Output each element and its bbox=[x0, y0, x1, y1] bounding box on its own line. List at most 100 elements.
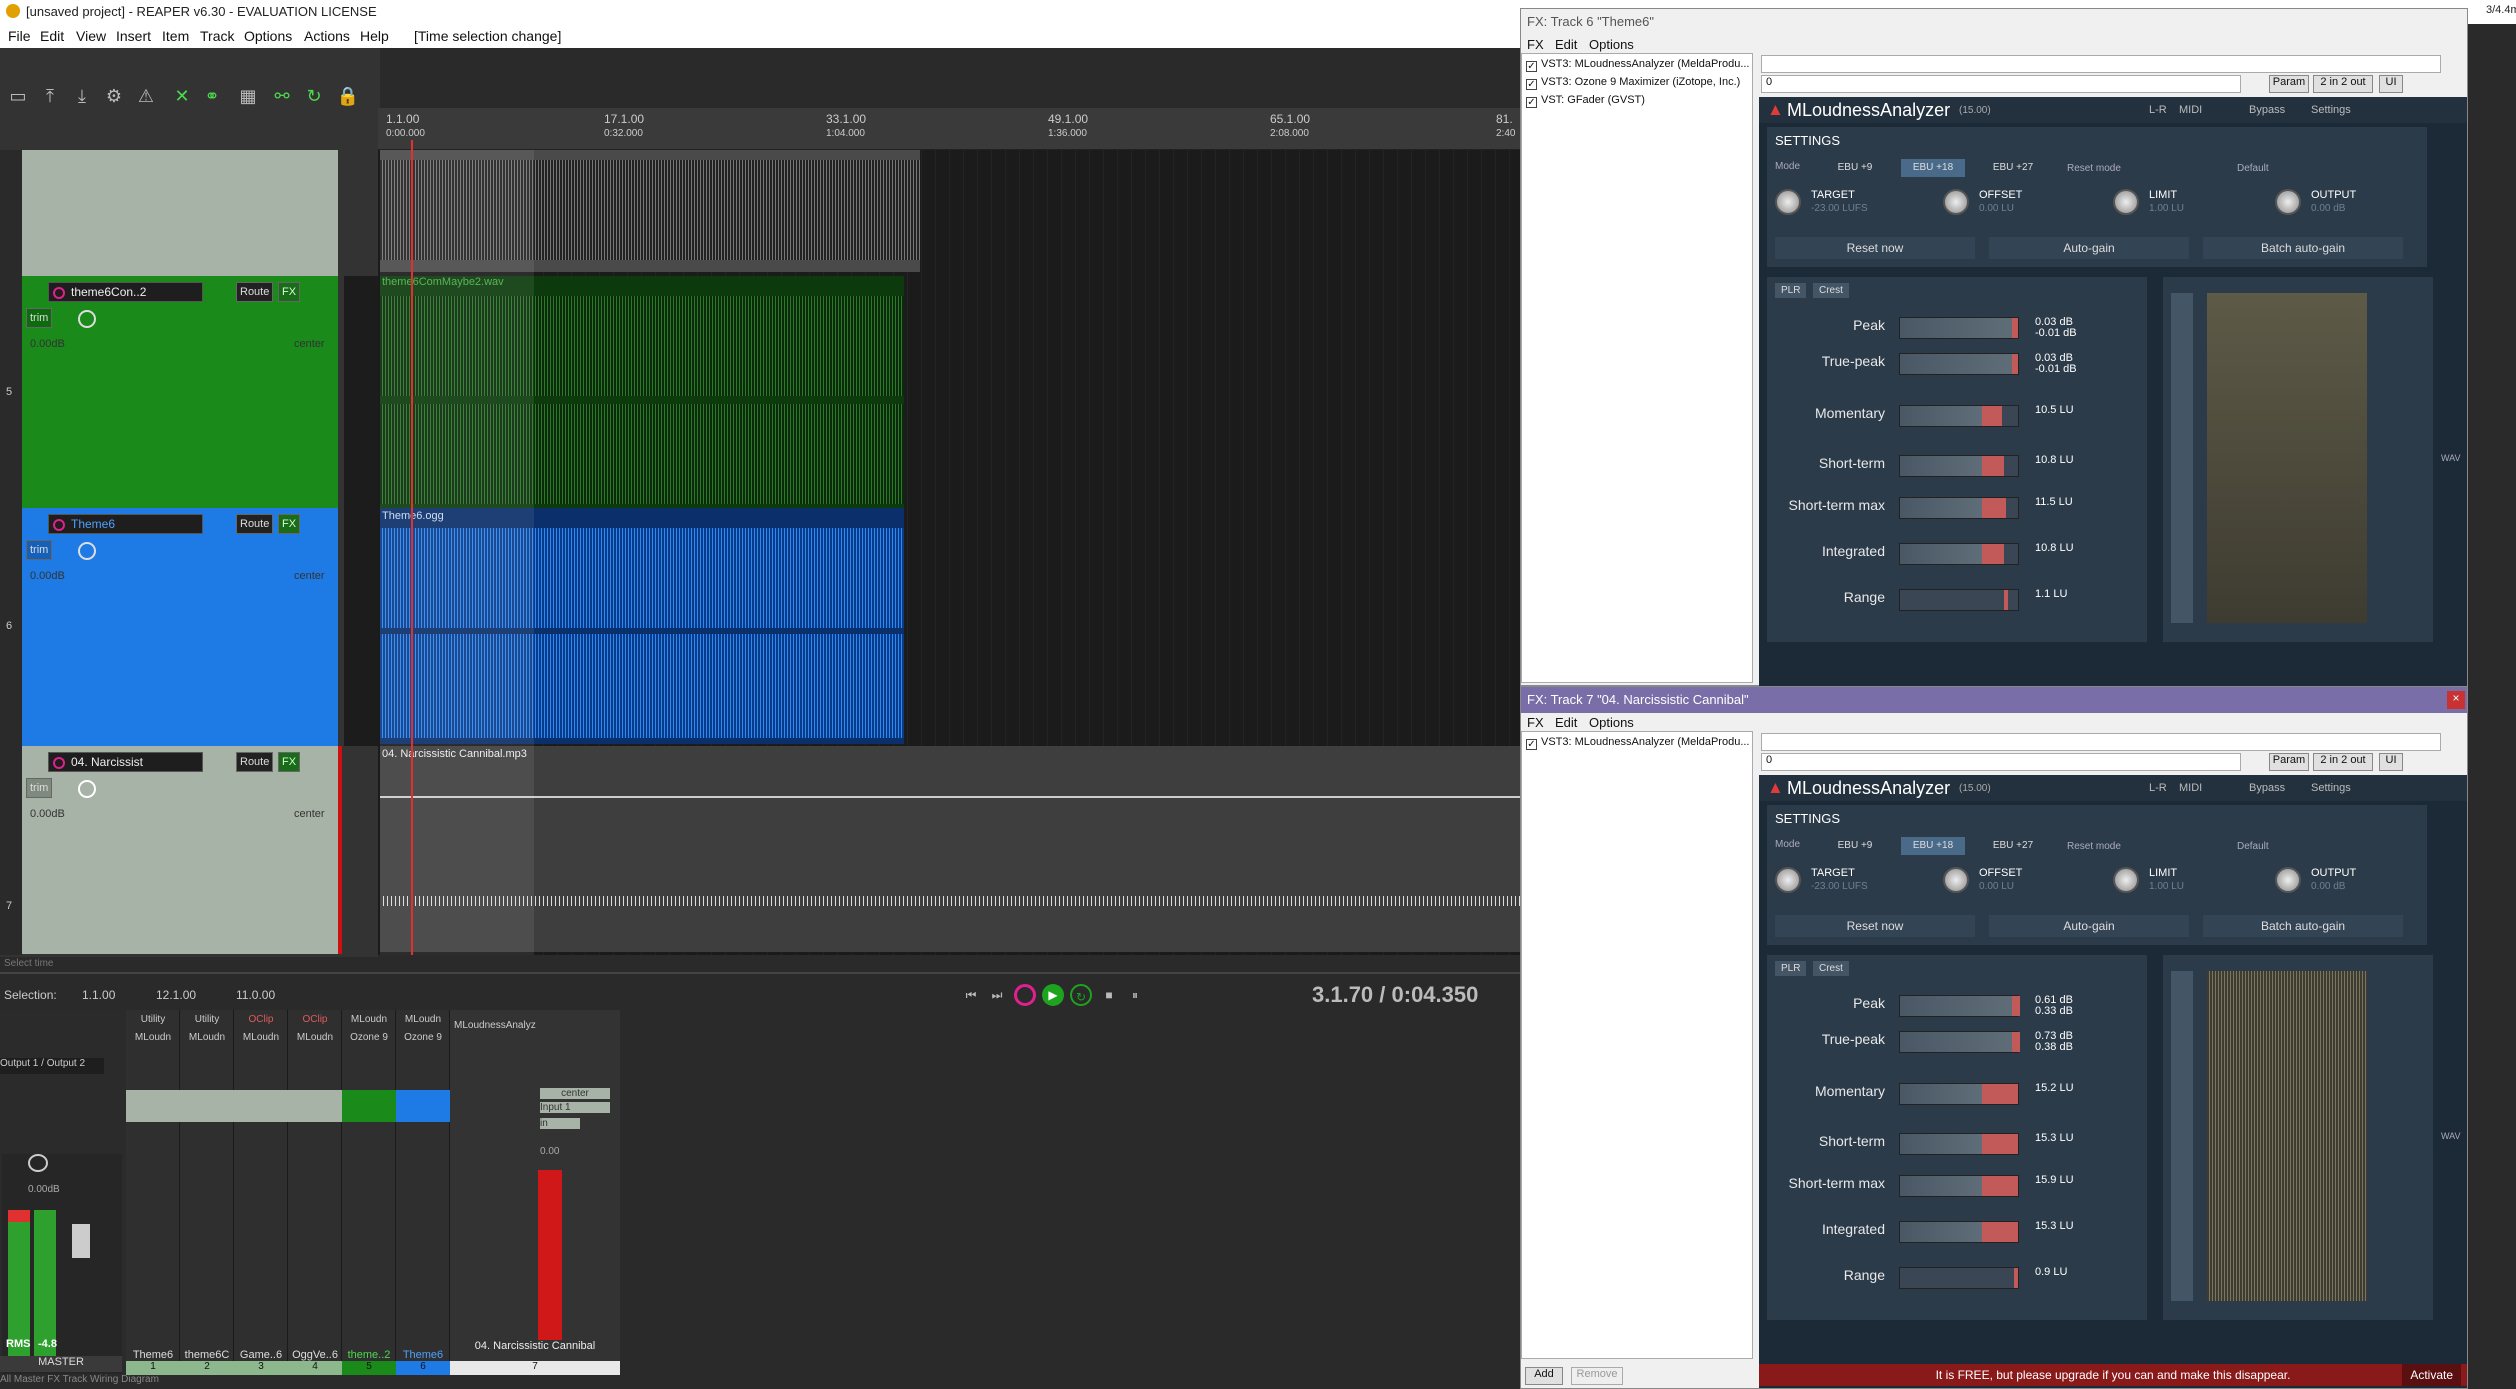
close-icon[interactable]: × bbox=[2447, 691, 2465, 709]
snap-icon[interactable]: ⚯ bbox=[270, 84, 294, 108]
fx-slot-1[interactable]: Utility bbox=[126, 1014, 180, 1025]
fx-menu-fx[interactable]: FX bbox=[1527, 715, 1544, 730]
midi-button[interactable]: MIDI bbox=[2179, 104, 2202, 116]
track-name-field[interactable]: 04. Narcissist bbox=[48, 752, 203, 772]
bypass-button[interactable]: Bypass bbox=[2249, 782, 2285, 794]
limit-knob[interactable] bbox=[2113, 867, 2139, 893]
fx-menu-options[interactable]: Options bbox=[1589, 37, 1634, 52]
route-button[interactable]: Route bbox=[236, 282, 274, 302]
checkbox-icon[interactable]: ✓ bbox=[1526, 97, 1537, 108]
menu-edit[interactable]: Edit bbox=[40, 28, 64, 44]
master-output[interactable]: Output 1 / Output 2 bbox=[0, 1058, 104, 1074]
fx-slot-2[interactable]: Ozone 9 bbox=[396, 1032, 450, 1043]
reset-mode-value[interactable]: Default bbox=[2237, 163, 2269, 174]
fx-item[interactable]: ✓ VST3: MLoudnessAnalyzer (MeldaProdu... bbox=[1526, 58, 1750, 74]
plr-tab[interactable]: PLR bbox=[1775, 961, 1807, 976]
record-arm-icon[interactable] bbox=[53, 287, 65, 299]
fx-slot-1[interactable]: MLoudnessAnalyz bbox=[454, 1020, 536, 1031]
record-arm-icon[interactable] bbox=[53, 519, 65, 531]
fx-button[interactable]: FX bbox=[278, 752, 301, 772]
fx-item[interactable]: ✓ VST3: Ozone 9 Maximizer (iZotope, Inc.) bbox=[1526, 76, 1750, 92]
offset-knob[interactable] bbox=[1943, 867, 1969, 893]
menu-options[interactable]: Options bbox=[244, 28, 292, 44]
ui-button[interactable]: UI bbox=[2379, 75, 2403, 93]
play-icon[interactable]: ▶ bbox=[1042, 984, 1064, 1006]
fx-menu-options[interactable]: Options bbox=[1589, 715, 1634, 730]
track-folder-header[interactable] bbox=[22, 150, 338, 276]
history-side-buttons[interactable] bbox=[2171, 293, 2193, 623]
track-header-5[interactable]: theme6Con..2 Route FX trim 0.00dB center bbox=[22, 276, 338, 508]
mode-ebu9[interactable]: EBU +9 bbox=[1823, 159, 1887, 177]
record-icon[interactable] bbox=[1014, 984, 1036, 1006]
crest-tab[interactable]: Crest bbox=[1813, 283, 1849, 298]
menu-item[interactable]: Item bbox=[162, 28, 189, 44]
pan-knob[interactable] bbox=[78, 310, 96, 328]
limit-knob[interactable] bbox=[2113, 189, 2139, 215]
track-name-field[interactable]: Theme6 bbox=[48, 514, 203, 534]
mode-ebu27[interactable]: EBU +27 bbox=[1981, 837, 2045, 855]
settings-button[interactable]: Settings bbox=[2311, 782, 2351, 794]
mode-ebu27[interactable]: EBU +27 bbox=[1981, 159, 2045, 177]
track-header-7[interactable]: 04. Narcissist Route FX trim 0.00dB cent… bbox=[22, 746, 338, 954]
menu-track[interactable]: Track bbox=[200, 28, 234, 44]
crest-tab[interactable]: Crest bbox=[1813, 961, 1849, 976]
param-button[interactable]: Param bbox=[2269, 75, 2309, 93]
batch-auto-gain-button[interactable]: Batch auto-gain bbox=[2203, 237, 2403, 259]
fx-button[interactable]: FX bbox=[278, 514, 301, 534]
fx-slot-1[interactable]: MLoudn bbox=[396, 1014, 450, 1025]
fx-slot-1[interactable]: MLoudn bbox=[342, 1014, 396, 1025]
pan-knob[interactable] bbox=[78, 780, 96, 798]
menu-actions[interactable]: Actions bbox=[304, 28, 350, 44]
reset-now-button[interactable]: Reset now bbox=[1775, 915, 1975, 937]
checkbox-icon[interactable]: ✓ bbox=[1526, 79, 1537, 90]
mixer-strip-6[interactable]: MLoudn Ozone 9 Theme6 6 bbox=[396, 1010, 450, 1375]
stop-icon[interactable]: ■ bbox=[1098, 984, 1120, 1006]
media-item-7[interactable]: 04. Narcissistic Cannibal.mp3 bbox=[380, 746, 1520, 952]
preset-search-input[interactable] bbox=[1761, 55, 2441, 73]
fx-item[interactable]: ✓ VST: GFader (GVST) bbox=[1526, 94, 1750, 110]
playhead-cursor[interactable] bbox=[411, 140, 413, 955]
project-settings-icon[interactable]: ⚙ bbox=[102, 84, 126, 108]
time-selection[interactable] bbox=[380, 150, 534, 955]
reset-now-button[interactable]: Reset now bbox=[1775, 237, 1975, 259]
remove-fx-button[interactable]: Remove bbox=[1571, 1367, 1623, 1385]
midi-button[interactable]: MIDI bbox=[2179, 782, 2202, 794]
mixer-strip-3[interactable]: OClip MLoudn Game..6 3 bbox=[234, 1010, 288, 1375]
checkbox-icon[interactable]: ✓ bbox=[1526, 61, 1537, 72]
master-pan-knob[interactable] bbox=[28, 1154, 48, 1172]
track-header-6[interactable]: Theme6 Route FX trim 0.00dB center bbox=[22, 508, 338, 746]
selection-end[interactable]: 12.1.00 bbox=[156, 988, 196, 1002]
history-graph[interactable] bbox=[2163, 277, 2433, 642]
fx-button[interactable]: FX bbox=[278, 282, 301, 302]
fx-menu-edit[interactable]: Edit bbox=[1555, 715, 1577, 730]
fx-slot-1[interactable]: OClip bbox=[288, 1014, 342, 1025]
fx-item[interactable]: ✓ VST3: MLoudnessAnalyzer (MeldaProdu... bbox=[1526, 736, 1750, 752]
position-display[interactable]: 3.1.70 / 0:04.350 bbox=[1312, 982, 1478, 1008]
offset-knob[interactable] bbox=[1943, 189, 1969, 215]
bypass-button[interactable]: Bypass bbox=[2249, 104, 2285, 116]
fx-menu-fx[interactable]: FX bbox=[1527, 37, 1544, 52]
fx-slot-2[interactable]: MLoudn bbox=[234, 1032, 288, 1043]
go-start-icon[interactable]: ⏮ bbox=[960, 984, 982, 1006]
menu-view[interactable]: View bbox=[76, 28, 106, 44]
grid-icon[interactable]: ▦ bbox=[236, 84, 260, 108]
mixer-strip-4[interactable]: OClip MLoudn OggVe..6 4 bbox=[288, 1010, 342, 1375]
selection-start[interactable]: 1.1.00 bbox=[82, 988, 115, 1002]
pan-knob[interactable] bbox=[78, 542, 96, 560]
auto-gain-button[interactable]: Auto-gain bbox=[1989, 915, 2189, 937]
pause-icon[interactable]: ⏸ bbox=[1124, 984, 1146, 1006]
plr-tab[interactable]: PLR bbox=[1775, 283, 1807, 298]
fx-slot-2[interactable]: MLoudn bbox=[180, 1032, 234, 1043]
target-knob[interactable] bbox=[1775, 867, 1801, 893]
auto-gain-button[interactable]: Auto-gain bbox=[1989, 237, 2189, 259]
save-project-icon[interactable]: ⤓ bbox=[70, 84, 94, 108]
reset-mode-value[interactable]: Default bbox=[2237, 841, 2269, 852]
record-arm-icon[interactable] bbox=[53, 757, 65, 769]
selection-length[interactable]: 11.0.00 bbox=[236, 988, 275, 1002]
mixer-strip-2[interactable]: Utility MLoudn theme6C 2 bbox=[180, 1010, 234, 1375]
input-select[interactable]: Input 1 bbox=[540, 1102, 610, 1113]
trim-button[interactable]: trim bbox=[26, 308, 53, 328]
param-button[interactable]: Param bbox=[2269, 753, 2309, 771]
mode-ebu18[interactable]: EBU +18 bbox=[1901, 159, 1965, 177]
fx-slot-1[interactable]: Utility bbox=[180, 1014, 234, 1025]
